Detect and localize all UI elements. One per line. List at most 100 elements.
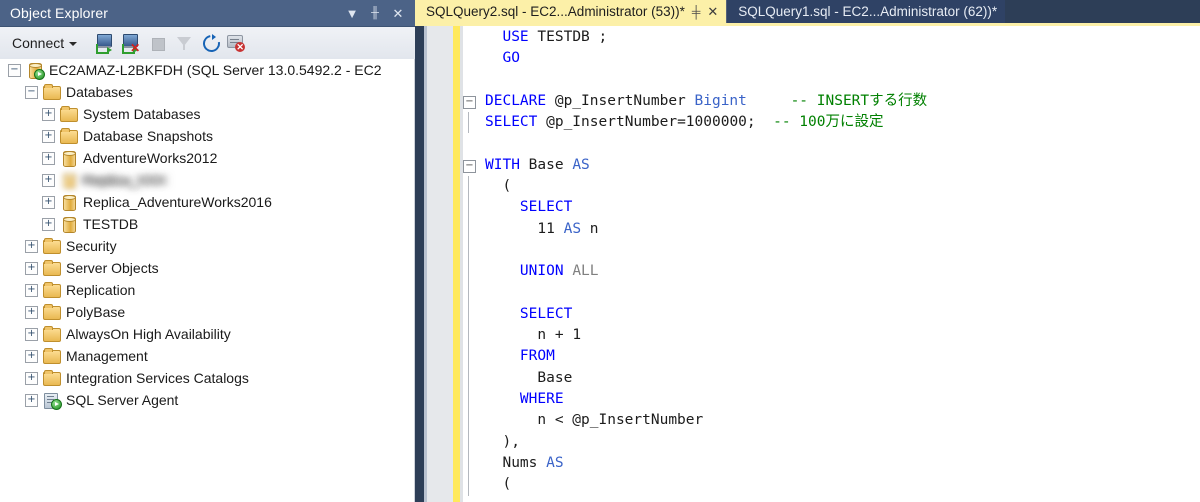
code-line: Nums AS [463, 452, 1200, 475]
code-token: DECLARE [485, 92, 547, 109]
tree-node-label: Database Snapshots [83, 128, 213, 144]
expand-icon[interactable]: + [42, 107, 55, 121]
expand-icon[interactable]: + [42, 217, 55, 231]
expand-icon[interactable]: + [25, 371, 38, 385]
collapse-icon[interactable]: − [25, 85, 38, 99]
object-explorer-panel: Object Explorer ▼ ╫ ✕ Connect ✕ ✕ − EC2A… [0, 0, 415, 502]
fold-guide-line [468, 303, 469, 326]
expand-icon[interactable]: + [25, 327, 38, 341]
expand-icon[interactable]: + [25, 305, 38, 319]
expand-icon[interactable]: + [42, 195, 55, 209]
code-line [463, 239, 1200, 262]
tree-node[interactable]: + Integration Services Catalogs [0, 367, 414, 389]
connect-icon[interactable] [95, 32, 117, 54]
close-icon[interactable]: ✕ [391, 7, 405, 20]
code-token: WITH [485, 156, 520, 173]
code-line: SELECT @p_InsertNumber=1000000; -- 100万に… [463, 112, 1200, 134]
object-explorer-titlebar: Object Explorer ▼ ╫ ✕ [0, 0, 415, 27]
code-line: − DECLARE @p_InsertNumber Bigint -- INSER… [463, 91, 1200, 112]
collapse-icon[interactable]: − [8, 63, 21, 77]
code-line: ( [463, 176, 1200, 198]
code-token: UNION [519, 263, 564, 280]
tree-node[interactable]: + Management [0, 345, 414, 367]
expand-icon[interactable]: + [25, 393, 38, 407]
code-token: AS [563, 220, 582, 237]
tree-node[interactable]: + Database Snapshots [0, 125, 414, 147]
tree-node-label: Replica_AdventureWorks2016 [83, 194, 272, 210]
tree-node-label: SQL Server Agent [66, 392, 179, 408]
tab-sqlquery2[interactable]: SQLQuery2.sql - EC2...Administrator (53)… [415, 0, 727, 23]
tree-node[interactable]: + TESTDB [0, 213, 414, 235]
expand-icon[interactable]: + [25, 349, 38, 363]
code-line: UNION ALL [463, 261, 1200, 283]
expand-icon[interactable]: + [42, 151, 55, 165]
fold-guide-line [468, 367, 469, 390]
tree-node[interactable]: + AdventureWorks2012 [0, 147, 414, 169]
refresh-icon[interactable] [199, 31, 224, 56]
code-token: TESTDB ; [528, 29, 608, 45]
ssms-window: Object Explorer ▼ ╫ ✕ Connect ✕ ✕ − EC2A… [0, 0, 1200, 502]
expand-icon[interactable]: + [42, 173, 55, 187]
gutter-indicator-margin[interactable] [427, 26, 453, 502]
code-token: 1 [572, 327, 582, 344]
tabstrip-empty-space [1005, 0, 1200, 23]
fold-guide-line [468, 410, 469, 432]
tree-node[interactable]: + Replica_XXX [0, 169, 414, 191]
fold-guide-line [468, 389, 469, 411]
folder-icon [60, 106, 78, 122]
tree-node[interactable]: + Server Objects [0, 257, 414, 279]
code-token: 11 [537, 220, 555, 237]
disconnect-icon[interactable]: ✕ [121, 32, 143, 54]
tab-sqlquery1[interactable]: SQLQuery1.sql - EC2...Administrator (62)… [726, 0, 1006, 23]
tree-node[interactable]: + SQL Server Agent [0, 389, 414, 411]
code-token: -- INSERTする行数 [790, 92, 928, 109]
pin-icon[interactable]: ╫ [368, 7, 382, 19]
code-line: n < @p_InsertNumber [463, 410, 1200, 432]
expand-icon[interactable]: + [25, 239, 38, 253]
tree-node[interactable]: + Replication [0, 279, 414, 301]
close-icon[interactable]: ✕ [707, 4, 718, 20]
tree-node-label: Management [66, 348, 148, 364]
tree-node[interactable]: + Security [0, 235, 414, 257]
code-token: -- 100万に設定 [773, 114, 884, 131]
sql-code-editor[interactable]: USE TESTDB ; GO − DECLARE @p_InsertNumber … [463, 26, 1200, 502]
tree-node[interactable]: + System Databases [0, 103, 414, 125]
code-token: Nums [485, 454, 547, 471]
folder-icon [43, 304, 61, 320]
expand-icon[interactable]: + [42, 129, 55, 143]
tree-node[interactable]: − Databases [0, 81, 414, 103]
code-token: USE [502, 29, 529, 45]
code-token: n [581, 220, 599, 237]
folder-icon [43, 370, 61, 386]
connect-button[interactable]: Connect [8, 33, 81, 53]
object-explorer-tree[interactable]: − EC2AMAZ-L2BKFDH (SQL Server 13.0.5492.2… [0, 59, 415, 502]
folder-icon [60, 128, 78, 144]
filter-icon[interactable] [173, 32, 195, 54]
folder-icon [43, 348, 61, 364]
gutter-dark-edge [415, 26, 427, 502]
code-token: SELECT [519, 305, 573, 322]
fold-collapse-icon[interactable]: − [463, 159, 476, 173]
gutter-change-bar [453, 26, 460, 502]
expand-icon[interactable]: + [25, 283, 38, 297]
code-line: SELECT [463, 197, 1200, 219]
code-line: SELECT [463, 303, 1200, 326]
fold-collapse-icon[interactable]: − [463, 95, 476, 109]
expand-icon[interactable]: + [25, 261, 38, 275]
database-icon [60, 172, 77, 189]
pin-icon[interactable]: ╪ [692, 5, 701, 19]
folder-icon [43, 282, 61, 298]
disconnect-all-icon[interactable]: ✕ [225, 32, 247, 54]
tree-node[interactable]: + PolyBase [0, 301, 414, 323]
tree-node[interactable]: − EC2AMAZ-L2BKFDH (SQL Server 13.0.5492.2… [0, 59, 414, 81]
tree-node[interactable]: + AlwaysOn High Availability [0, 323, 414, 345]
tree-node-label: System Databases [83, 106, 201, 122]
tree-node[interactable]: + Replica_AdventureWorks2016 [0, 191, 414, 213]
chevron-down-icon[interactable]: ▼ [345, 7, 359, 20]
code-token: GO [502, 50, 520, 67]
tree-node-label: Server Objects [66, 260, 159, 276]
